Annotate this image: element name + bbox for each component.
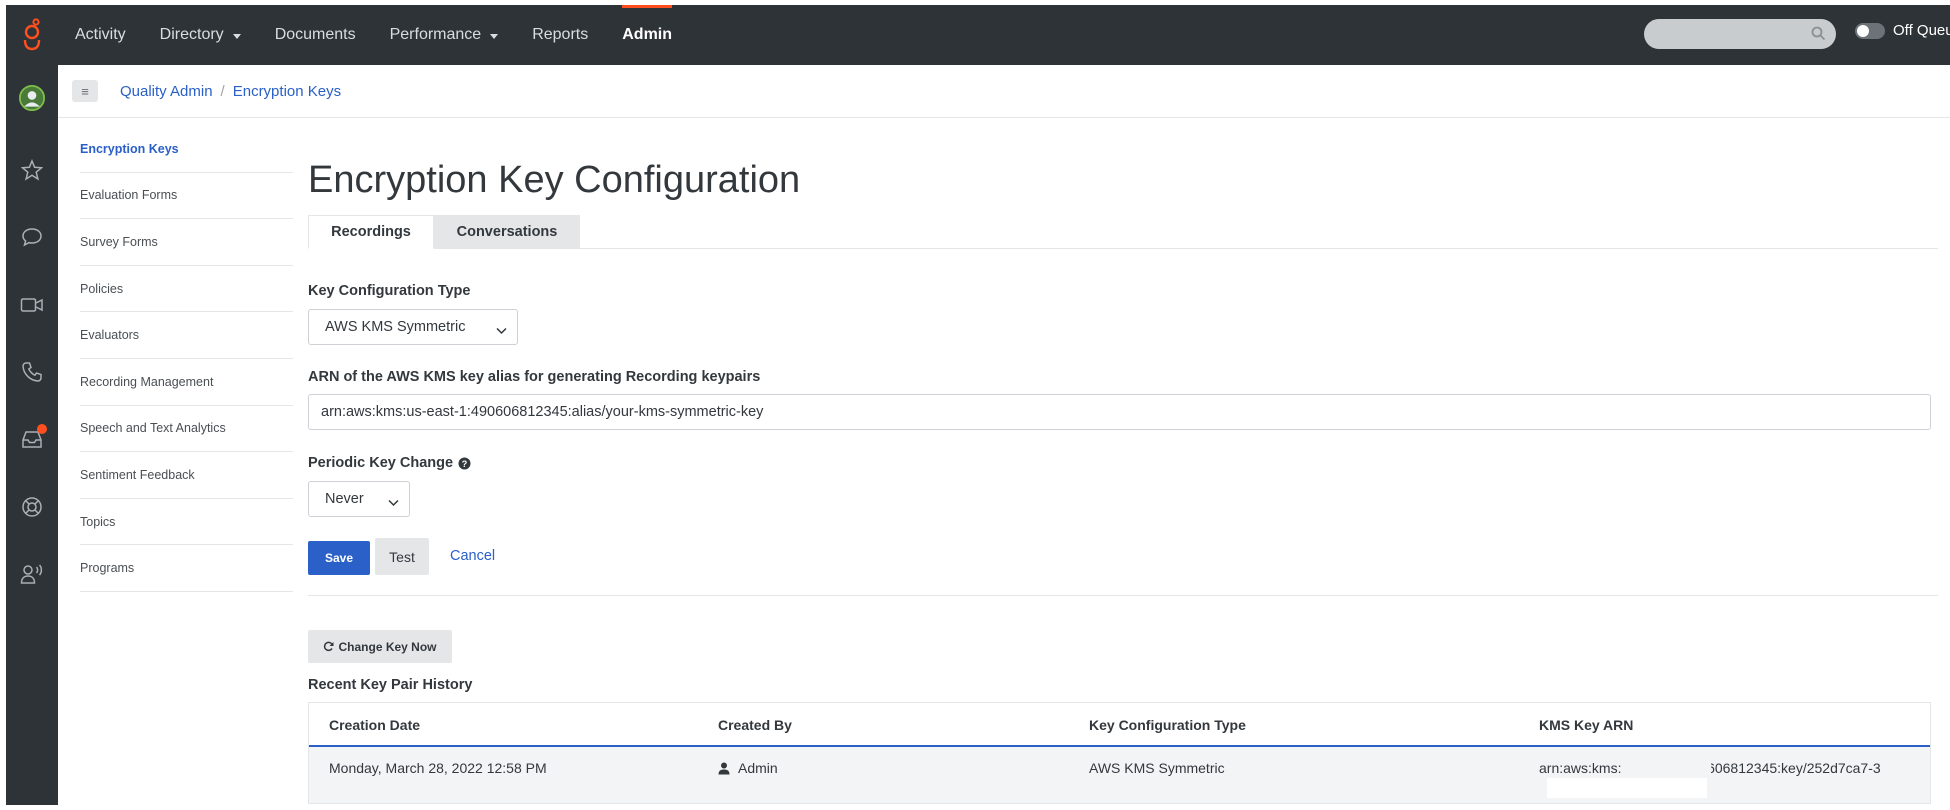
recent-key-pair-history-title: Recent Key Pair History <box>308 677 473 693</box>
cell-created-by: Admin <box>718 760 778 776</box>
table-header: Creation Date Created By Key Configurati… <box>309 703 1930 747</box>
nav-reports[interactable]: Reports <box>532 26 588 44</box>
top-bar: Activity Directory Documents Performance… <box>6 5 1950 65</box>
star-icon[interactable] <box>19 157 45 183</box>
main-nav: Activity Directory Documents Performance… <box>75 5 706 65</box>
breadcrumb-separator: / <box>220 82 225 100</box>
sidemenu-encryption-keys[interactable]: Encryption Keys <box>80 126 293 173</box>
inbox-icon[interactable] <box>19 424 47 452</box>
queue-status-label: Off Queue <box>1893 22 1950 39</box>
key-config-type-value: AWS KMS Symmetric <box>325 319 466 335</box>
arn-input[interactable]: arn:aws:kms:us-east-1:490606812345:alias… <box>308 394 1931 430</box>
help-icon[interactable] <box>19 494 45 520</box>
nav-documents[interactable]: Documents <box>275 26 356 44</box>
sidemenu-evaluation-forms[interactable]: Evaluation Forms <box>80 173 293 220</box>
breadcrumb-encryption-keys[interactable]: Encryption Keys <box>233 83 341 100</box>
cell-creation-date: Monday, March 28, 2022 12:58 PM <box>329 760 547 776</box>
column-created-by[interactable]: Created By <box>718 717 792 733</box>
cancel-button[interactable]: Cancel <box>450 548 495 564</box>
queue-status[interactable]: Off Queue <box>1855 22 1950 39</box>
breadcrumb-quality-admin[interactable]: Quality Admin <box>120 83 213 100</box>
sidemenu-survey-forms[interactable]: Survey Forms <box>80 219 293 266</box>
menu-toggle-icon[interactable]: ≡ <box>72 80 98 102</box>
queue-toggle[interactable] <box>1855 22 1885 39</box>
app-frame: Activity Directory Documents Performance… <box>6 5 1950 805</box>
svg-text:?: ? <box>462 459 468 469</box>
column-creation-date[interactable]: Creation Date <box>329 717 420 733</box>
sidemenu-recording-management[interactable]: Recording Management <box>80 359 293 406</box>
nav-admin[interactable]: Admin <box>622 5 672 44</box>
arn-label: ARN of the AWS KMS key alias for generat… <box>308 369 761 385</box>
search-icon[interactable] <box>1811 26 1826 46</box>
left-rail <box>6 65 58 805</box>
nav-performance[interactable]: Performance <box>390 26 499 44</box>
notification-badge <box>37 424 47 434</box>
user-icon <box>718 762 730 775</box>
nav-activity[interactable]: Activity <box>75 26 126 44</box>
caret-down-icon <box>490 33 499 39</box>
admin-side-menu: Encryption Keys Evaluation Forms Survey … <box>80 126 293 592</box>
key-config-type-label: Key Configuration Type <box>308 283 471 299</box>
cell-kms-key-arn: arn:aws:kms:us-east-1:490606812345:key/2… <box>1539 759 1899 778</box>
tab-bar: Recordings Conversations <box>308 215 1938 249</box>
avatar[interactable] <box>19 85 45 111</box>
redacted-area <box>1621 757 1711 777</box>
test-button[interactable]: Test <box>375 538 429 575</box>
sidemenu-programs[interactable]: Programs <box>80 545 293 592</box>
sidemenu-speech-text-analytics[interactable]: Speech and Text Analytics <box>80 406 293 453</box>
sidemenu-sentiment-feedback[interactable]: Sentiment Feedback <box>80 452 293 499</box>
help-circle-icon[interactable]: ? <box>458 457 471 470</box>
arn-input-value: arn:aws:kms:us-east-1:490606812345:alias… <box>321 404 764 420</box>
search-input[interactable] <box>1644 19 1836 49</box>
sidemenu-topics[interactable]: Topics <box>80 499 293 546</box>
page-title: Encryption Key Configuration <box>308 159 801 201</box>
column-key-config-type[interactable]: Key Configuration Type <box>1089 717 1246 733</box>
phone-icon[interactable] <box>19 359 45 385</box>
key-config-type-select[interactable]: AWS KMS Symmetric <box>308 309 518 345</box>
save-button[interactable]: Save <box>308 541 370 575</box>
tab-recordings[interactable]: Recordings <box>308 215 434 249</box>
genesys-logo-icon[interactable] <box>6 5 58 65</box>
redacted-area <box>1547 778 1707 798</box>
chevron-down-icon <box>388 495 399 511</box>
nav-directory[interactable]: Directory <box>160 26 241 44</box>
chat-icon[interactable] <box>19 224 45 250</box>
section-divider <box>308 595 1938 596</box>
chevron-down-icon <box>496 323 507 339</box>
tab-conversations[interactable]: Conversations <box>434 215 580 249</box>
video-icon[interactable] <box>19 292 45 318</box>
periodic-key-change-label: Periodic Key Change ? <box>308 455 471 471</box>
user-voice-icon[interactable] <box>19 561 45 587</box>
cell-key-config-type: AWS KMS Symmetric <box>1089 760 1225 776</box>
refresh-icon <box>323 641 334 652</box>
sidemenu-policies[interactable]: Policies <box>80 266 293 313</box>
periodic-key-change-select[interactable]: Never <box>308 481 410 517</box>
table-row[interactable]: Monday, March 28, 2022 12:58 PM Admin AW… <box>309 747 1930 803</box>
redacted-area <box>925 395 1043 429</box>
key-history-table: Creation Date Created By Key Configurati… <box>308 702 1931 804</box>
caret-down-icon <box>232 33 241 39</box>
change-key-now-button[interactable]: Change Key Now <box>308 630 452 663</box>
sidemenu-evaluators[interactable]: Evaluators <box>80 312 293 359</box>
periodic-key-change-value: Never <box>325 491 364 507</box>
column-kms-key-arn[interactable]: KMS Key ARN <box>1539 717 1633 733</box>
breadcrumb: ≡ Quality Admin / Encryption Keys <box>58 65 1950 118</box>
